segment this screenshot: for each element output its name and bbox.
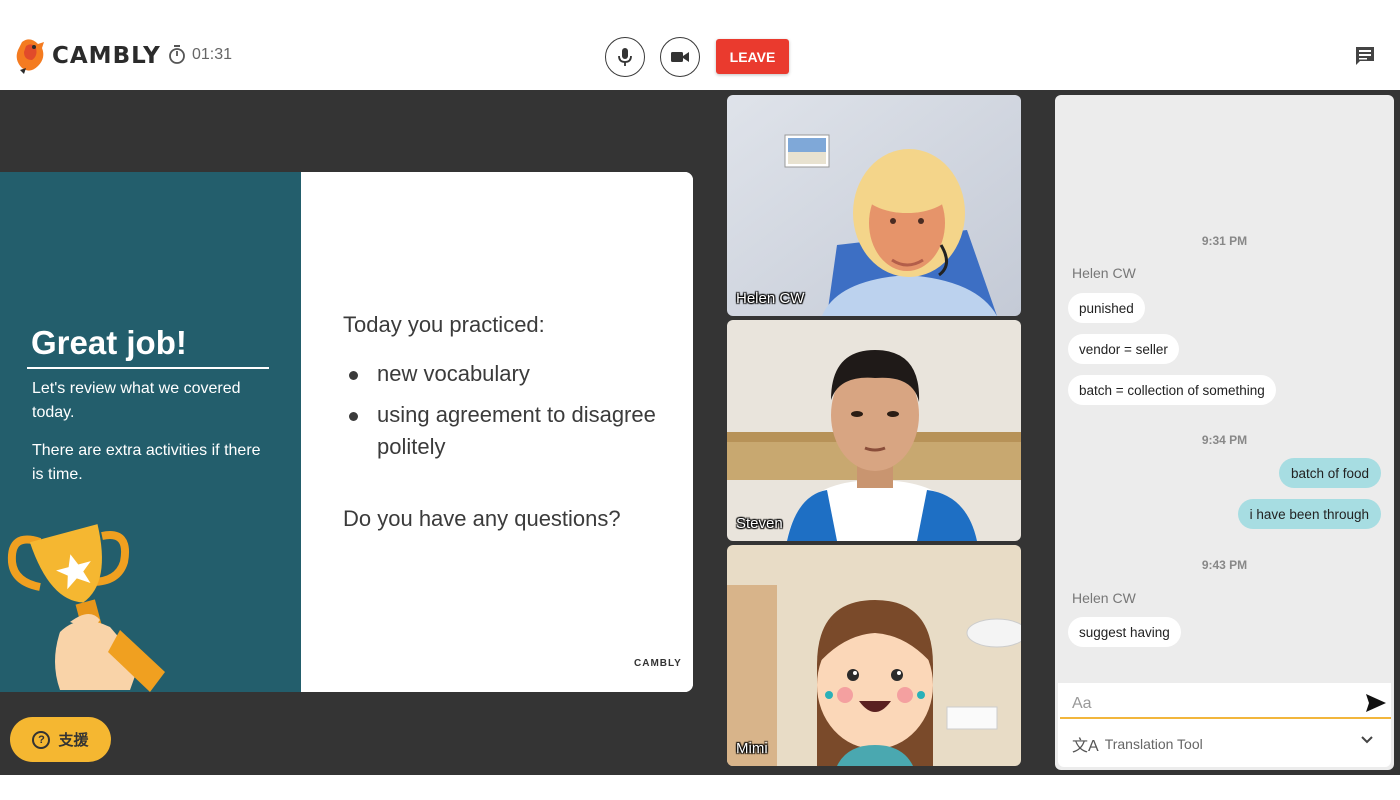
slide-right-panel: Today you practiced: new vocabulary usin… bbox=[301, 172, 693, 692]
translation-tool-dropdown[interactable]: 文A Translation Tool bbox=[1072, 731, 1382, 757]
leave-button[interactable]: LEAVE bbox=[716, 39, 789, 74]
bottom-strip bbox=[0, 775, 1400, 800]
trophy-icon bbox=[7, 524, 165, 692]
cambly-logo: CAMBLY bbox=[12, 36, 161, 76]
video-tile-mimi[interactable]: Mimi bbox=[727, 545, 1021, 766]
heading-divider bbox=[27, 367, 269, 369]
chat-message-own: batch of food bbox=[1278, 458, 1381, 488]
list-item: new vocabulary bbox=[343, 358, 663, 390]
send-button[interactable] bbox=[1365, 693, 1387, 718]
timer-value: 01:31 bbox=[192, 46, 233, 63]
chat-message: batch = collection of something bbox=[1068, 375, 1276, 405]
chevron-down-icon bbox=[1361, 736, 1373, 744]
camera-button[interactable] bbox=[660, 37, 700, 77]
chat-panel: 9:31 PM Helen CW punished vendor = selle… bbox=[1055, 95, 1394, 770]
slide-review-text: Let's review what we covered today. bbox=[32, 380, 241, 421]
lesson-slide: Great job! Let's review what we covered … bbox=[0, 172, 693, 692]
top-bar: CAMBLY 01:31 LEAVE bbox=[0, 0, 1400, 90]
video-tile-helen[interactable]: Helen CW bbox=[727, 95, 1021, 316]
chat-message: vendor = seller bbox=[1068, 334, 1179, 364]
microphone-icon bbox=[618, 48, 632, 66]
slide-left-panel: Great job! Let's review what we covered … bbox=[0, 172, 301, 692]
chat-sender: Helen CW bbox=[1072, 265, 1136, 281]
participant-name: Steven bbox=[736, 515, 783, 532]
chat-timestamp: 9:31 PM bbox=[1201, 234, 1248, 248]
send-icon bbox=[1366, 694, 1386, 712]
stopwatch-icon bbox=[169, 45, 185, 64]
slide-heading: Great job! bbox=[31, 324, 187, 361]
session-timer: 01:31 bbox=[168, 45, 232, 65]
slide-extra-text: There are extra activities if there is t… bbox=[32, 442, 261, 483]
practiced-title: Today you practiced: bbox=[343, 312, 545, 337]
helen-video-feed bbox=[727, 95, 1021, 316]
list-item: using agreement to disagree politely bbox=[343, 399, 663, 463]
chat-timestamp: 9:43 PM bbox=[1201, 558, 1248, 572]
questions-text: Do you have any questions? bbox=[343, 506, 621, 531]
chat-icon bbox=[1356, 47, 1374, 65]
participant-name: Mimi bbox=[736, 740, 768, 757]
translation-tool-label: Translation Tool bbox=[1104, 736, 1203, 752]
chat-sender: Helen CW bbox=[1072, 590, 1136, 606]
steven-video-feed bbox=[727, 320, 1021, 541]
mimi-video-feed bbox=[727, 545, 1021, 766]
video-tile-steven[interactable]: Steven bbox=[727, 320, 1021, 541]
help-icon: ? bbox=[32, 730, 51, 749]
chat-input[interactable] bbox=[1072, 693, 1352, 715]
video-camera-icon bbox=[671, 52, 689, 62]
practiced-list: new vocabulary using agreement to disagr… bbox=[343, 358, 663, 472]
translate-icon: 文A bbox=[1072, 738, 1099, 755]
chat-toggle-button[interactable] bbox=[1354, 45, 1376, 72]
chat-message: suggest having bbox=[1068, 617, 1181, 647]
help-button[interactable]: ? 支援 bbox=[10, 717, 111, 762]
chat-input-area: 文A Translation Tool bbox=[1058, 683, 1391, 767]
chat-message-own: i have been through bbox=[1237, 499, 1381, 529]
cambly-bird-icon bbox=[16, 39, 44, 74]
chat-timestamp: 9:34 PM bbox=[1201, 433, 1248, 447]
slide-brand: CAMBLY bbox=[634, 658, 682, 669]
help-label: 支援 bbox=[58, 732, 89, 749]
chat-message: punished bbox=[1068, 293, 1145, 323]
participant-name: Helen CW bbox=[736, 290, 805, 307]
microphone-button[interactable] bbox=[605, 37, 645, 77]
logo-text: CAMBLY bbox=[52, 43, 161, 69]
input-underline bbox=[1060, 717, 1391, 719]
